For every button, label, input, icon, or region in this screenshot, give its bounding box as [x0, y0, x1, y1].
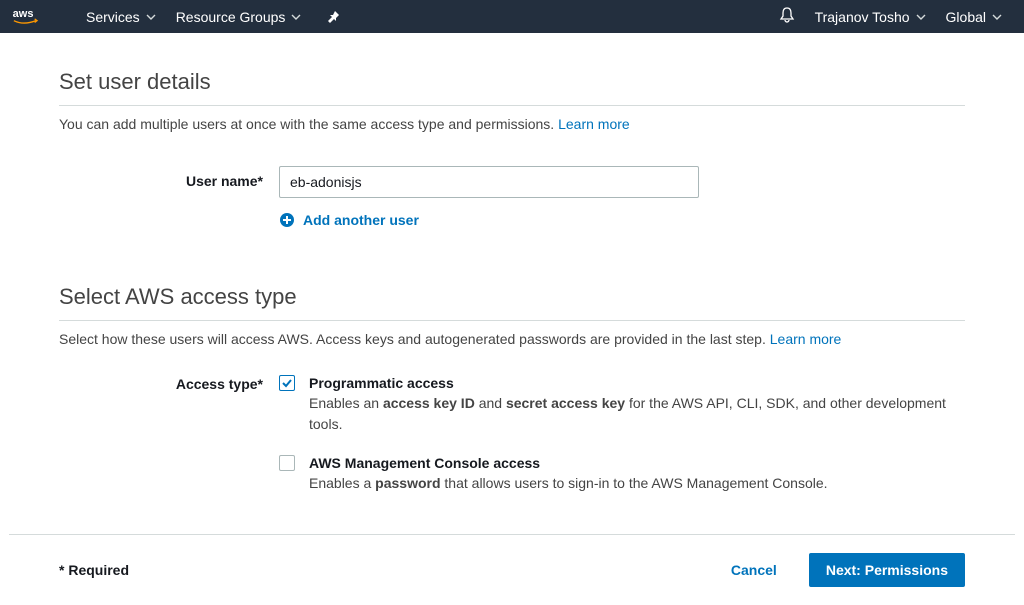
section-access-type-desc: Select how these users will access AWS. …: [59, 331, 965, 347]
nav-resource-groups-label: Resource Groups: [176, 9, 286, 25]
access-option-console-desc: Enables a password that allows users to …: [309, 473, 965, 494]
plus-circle-icon: [279, 212, 295, 228]
nav-resource-groups[interactable]: Resource Groups: [166, 0, 312, 33]
section-user-details-desc: You can add multiple users at once with …: [59, 116, 965, 132]
chevron-down-icon: [146, 14, 156, 20]
nav-region-menu[interactable]: Global: [936, 0, 1012, 33]
top-navbar: aws Services Resource Groups Trajanov To…: [0, 0, 1024, 33]
nav-services[interactable]: Services: [76, 0, 166, 33]
nav-user-label: Trajanov Tosho: [815, 9, 910, 25]
access-type-label: Access type*: [59, 375, 279, 392]
section-desc-text: Select how these users will access AWS. …: [59, 331, 770, 347]
footer-bar: * Required Cancel Next: Permissions: [9, 534, 1015, 605]
pin-icon[interactable]: [317, 0, 351, 33]
access-type-console-checkbox[interactable]: [279, 455, 295, 471]
aws-logo[interactable]: aws: [12, 6, 50, 28]
section-access-type-title: Select AWS access type: [59, 284, 965, 321]
access-option-console-title: AWS Management Console access: [309, 455, 965, 471]
cancel-button[interactable]: Cancel: [713, 554, 795, 586]
access-type-programmatic-checkbox[interactable]: [279, 375, 295, 391]
access-option-programmatic-title: Programmatic access: [309, 375, 965, 391]
notifications-icon[interactable]: [769, 7, 805, 26]
required-note: * Required: [59, 562, 129, 578]
access-option-programmatic-desc: Enables an access key ID and secret acce…: [309, 393, 965, 435]
username-label: User name*: [59, 166, 279, 189]
learn-more-link[interactable]: Learn more: [770, 331, 842, 347]
next-permissions-button[interactable]: Next: Permissions: [809, 553, 965, 587]
svg-text:aws: aws: [13, 8, 34, 20]
section-user-details-title: Set user details: [59, 69, 965, 106]
chevron-down-icon: [291, 14, 301, 20]
section-desc-text: You can add multiple users at once with …: [59, 116, 558, 132]
add-another-user-label: Add another user: [303, 212, 419, 228]
add-another-user-button[interactable]: Add another user: [279, 212, 839, 228]
learn-more-link[interactable]: Learn more: [558, 116, 630, 132]
username-input[interactable]: [279, 166, 699, 198]
chevron-down-icon: [992, 14, 1002, 20]
nav-services-label: Services: [86, 9, 140, 25]
nav-region-label: Global: [946, 9, 986, 25]
chevron-down-icon: [916, 14, 926, 20]
nav-user-menu[interactable]: Trajanov Tosho: [805, 0, 936, 33]
